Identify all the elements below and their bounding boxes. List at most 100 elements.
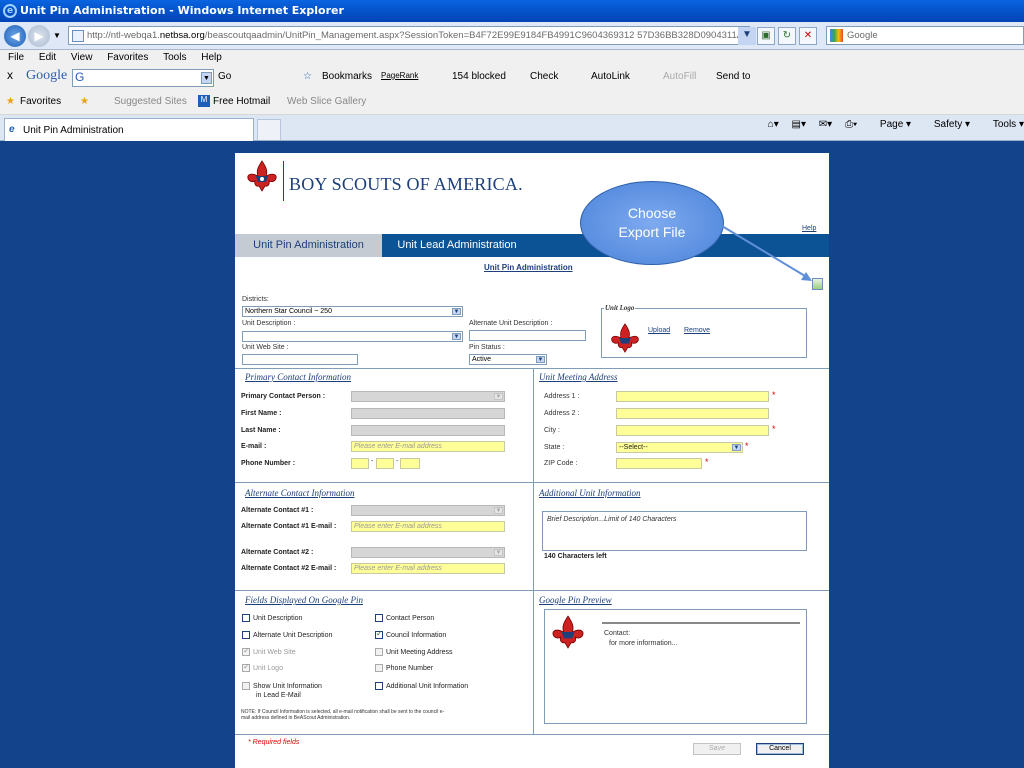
google-go-button[interactable]: Go <box>218 71 231 82</box>
city-input[interactable] <box>616 425 769 436</box>
new-tab-button[interactable] <box>257 119 281 140</box>
checkbox-council-information[interactable] <box>375 629 383 639</box>
zip-code-input[interactable] <box>616 458 702 469</box>
districts-select[interactable]: Northern Star Council ~ 250 ▼ <box>242 306 463 317</box>
hotmail-icon: M <box>198 95 210 107</box>
callout-line2: Export File <box>618 224 686 240</box>
address2-input[interactable] <box>616 408 769 419</box>
checkbox-show-unit-info[interactable] <box>242 682 250 690</box>
last-name-input[interactable] <box>351 425 505 436</box>
primary-email-input[interactable]: Please enter E-mail address <box>351 441 505 452</box>
primary-contact-person-select[interactable]: ▼ <box>351 391 505 402</box>
pin-status-label: Pin Status : <box>469 344 505 351</box>
refresh-icon[interactable]: ↻ <box>778 27 796 45</box>
search-field[interactable]: Google <box>826 26 1024 45</box>
page-content: BOY SCOUTS OF AMERICA. Help Unit Pin Adm… <box>235 153 829 768</box>
safety-menu[interactable]: Safety ▾ <box>924 119 970 130</box>
menu-file[interactable]: File <box>8 52 24 63</box>
google-pin-preview-heading: Google Pin Preview <box>539 595 612 605</box>
required-asterisk: * <box>705 457 709 467</box>
menu-tools[interactable]: Tools <box>163 52 186 63</box>
safety-menu-label: Safety <box>933 119 963 130</box>
unit-description-select[interactable]: ▼ <box>242 331 463 342</box>
spell-check-button[interactable]: Check <box>530 71 558 82</box>
recent-pages-dropdown-icon[interactable]: ▼ <box>53 31 61 40</box>
divider <box>235 590 829 591</box>
cancel-button[interactable]: Cancel <box>756 743 804 755</box>
checkbox-unit-meeting-address[interactable] <box>375 648 383 656</box>
checkbox-unit-description[interactable] <box>242 614 250 622</box>
feeds-icon[interactable]: ▤▾ <box>792 119 806 130</box>
alt-contact2-email-label: Alternate Contact #2 E-mail : <box>241 565 337 572</box>
add-favorite-icon[interactable]: ★ <box>80 96 89 107</box>
autolink-button[interactable]: AutoLink <box>591 71 630 82</box>
unit-logo-image-icon <box>611 323 639 353</box>
pagerank-indicator: PageRank <box>381 71 419 80</box>
back-button[interactable]: ◀ <box>4 25 26 47</box>
save-button[interactable]: Save <box>693 743 741 755</box>
checkbox-contact-person[interactable] <box>375 614 383 622</box>
checkbox-unit-web-site[interactable] <box>242 646 250 656</box>
checkbox-label-line2: in Lead E-Mail <box>256 692 301 699</box>
favorites-button[interactable]: Favorites <box>20 96 61 107</box>
address1-input[interactable] <box>616 391 769 402</box>
menu-favorites[interactable]: Favorites <box>107 52 148 63</box>
google-search-input[interactable]: G ▼ <box>72 69 214 87</box>
unit-web-site-input[interactable] <box>242 354 358 365</box>
home-icon[interactable]: ⌂▾ <box>768 119 779 130</box>
checkbox-label: Unit Description <box>253 615 303 622</box>
help-link[interactable]: Help <box>802 225 816 232</box>
checkbox-phone-number[interactable] <box>375 664 383 672</box>
checkbox-alt-unit-description[interactable] <box>242 631 250 639</box>
phone-area-code-input[interactable] <box>351 458 369 469</box>
alt-unit-description-input[interactable] <box>469 330 586 341</box>
url-field[interactable]: http://ntl-webqa1.netbsa.org/beascoutqaa… <box>68 26 750 45</box>
alt-contact2-select[interactable]: ▼ <box>351 547 505 558</box>
column-divider <box>533 483 534 590</box>
alt-contact1-select[interactable]: ▼ <box>351 505 505 516</box>
forward-button[interactable]: ▶ <box>28 25 50 47</box>
required-fields-note: * Required fields <box>248 739 300 746</box>
google-search-dropdown-icon[interactable]: ▼ <box>201 72 212 84</box>
first-name-input[interactable] <box>351 408 505 419</box>
address-bar: ◀ ▶ ▼ http://ntl-webqa1.netbsa.org/beasc… <box>0 22 1024 50</box>
menu-edit[interactable]: Edit <box>39 52 56 63</box>
free-hotmail-link[interactable]: Free Hotmail <box>213 96 270 107</box>
phone-line-input[interactable] <box>400 458 420 469</box>
web-slice-gallery-link[interactable]: Web Slice Gallery <box>287 96 366 107</box>
chevron-down-icon: ▼ <box>452 308 461 315</box>
pin-status-select[interactable]: Active ▼ <box>469 354 547 365</box>
menu-view[interactable]: View <box>71 52 93 63</box>
alt-contact2-email-input[interactable]: Please enter E-mail address <box>351 563 505 574</box>
compatibility-view-icon[interactable]: ▣ <box>757 27 775 45</box>
additional-info-textarea[interactable]: Brief Description...Limit of 140 Charact… <box>542 511 807 551</box>
send-to-button[interactable]: Send to <box>716 71 750 82</box>
remove-logo-link[interactable]: Remove <box>684 327 710 334</box>
url-dropdown-icon[interactable]: ▼ <box>738 27 756 45</box>
upload-logo-link[interactable]: Upload <box>648 327 670 334</box>
bookmarks-button[interactable]: Bookmarks <box>322 71 372 82</box>
tab-unit-pin-admin[interactable]: Unit Pin Administration <box>235 234 382 257</box>
google-g-icon: G <box>75 70 85 84</box>
page-menu[interactable]: Page ▾ <box>870 119 911 130</box>
alt-contact1-email-input[interactable]: Please enter E-mail address <box>351 521 505 532</box>
stop-icon[interactable]: ✕ <box>799 27 817 45</box>
page-menu-label: Page <box>879 119 904 130</box>
checkbox-additional-unit-info[interactable] <box>375 682 383 690</box>
menu-help[interactable]: Help <box>201 52 222 63</box>
favorites-star-icon: ★ <box>6 96 15 107</box>
popup-blocker-button[interactable]: 154 blocked <box>452 71 506 82</box>
state-select[interactable]: --Select-- ▼ <box>616 442 743 453</box>
phone-prefix-input[interactable] <box>376 458 394 469</box>
mail-icon[interactable]: ✉▾ <box>819 119 832 130</box>
tab-unit-pin-administration[interactable]: e Unit Pin Administration <box>4 118 254 141</box>
checkbox-unit-logo[interactable] <box>242 662 250 672</box>
export-file-icon[interactable] <box>812 278 823 290</box>
print-icon[interactable]: ⎙▾ <box>845 119 857 130</box>
autofill-button[interactable]: AutoFill <box>663 71 696 82</box>
close-toolbar-button[interactable]: x <box>7 68 13 82</box>
tab-unit-lead-admin[interactable]: Unit Lead Administration <box>382 234 532 257</box>
suggested-sites-link[interactable]: Suggested Sites <box>114 96 187 107</box>
alt-contact1-label: Alternate Contact #1 : <box>241 507 314 514</box>
tools-menu[interactable]: Tools ▾ <box>983 119 1024 130</box>
